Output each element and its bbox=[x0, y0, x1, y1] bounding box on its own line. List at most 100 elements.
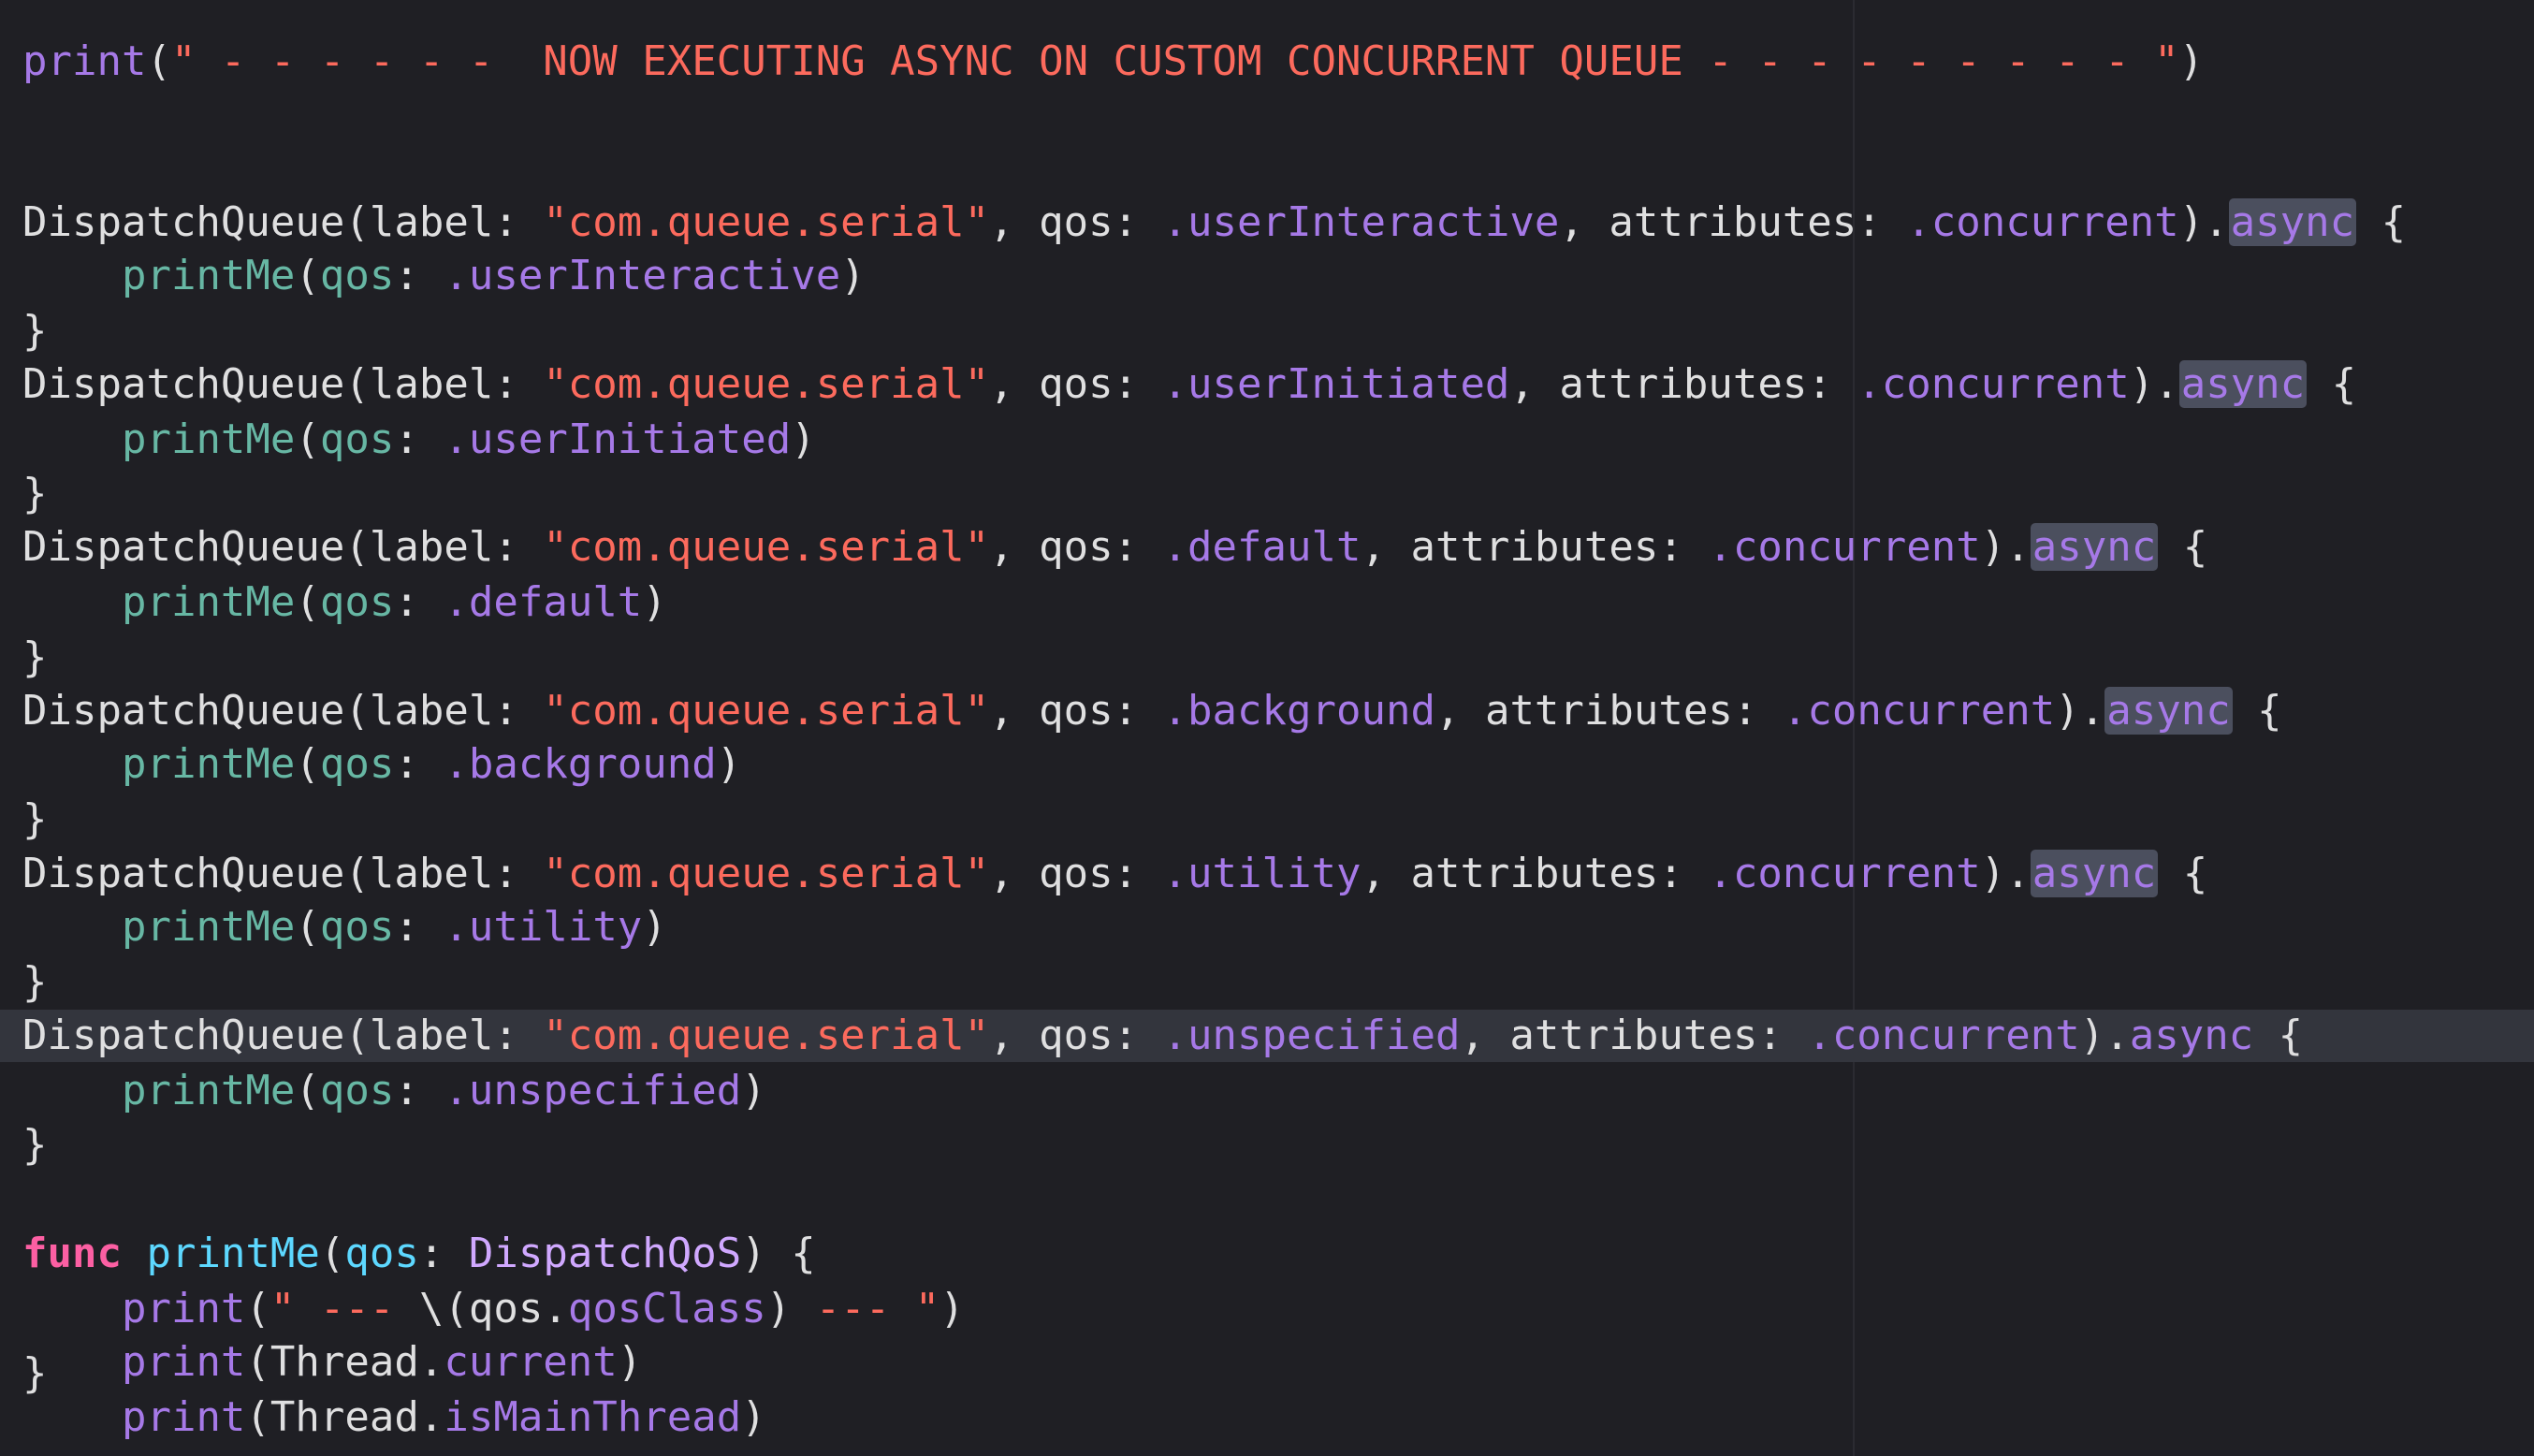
code-line[interactable]: } bbox=[22, 1119, 48, 1172]
code-token: DispatchQueue(label: bbox=[22, 523, 544, 572]
code-token: "com.queue.serial" bbox=[543, 1011, 990, 1059]
code-line[interactable]: printMe(qos: .default) bbox=[22, 576, 667, 629]
code-token: } bbox=[22, 470, 48, 518]
code-line[interactable]: DispatchQueue(label: "com.queue.serial",… bbox=[22, 1010, 2303, 1062]
code-token: .userInteractive bbox=[1162, 198, 1560, 247]
code-token: ( bbox=[295, 578, 320, 627]
code-line[interactable]: } bbox=[22, 468, 48, 520]
code-token: : bbox=[394, 1066, 444, 1114]
code-token: } bbox=[22, 1348, 48, 1397]
code-token: ( bbox=[295, 903, 320, 952]
code-token: , attributes: bbox=[1460, 1011, 1808, 1059]
code-token: ( bbox=[245, 1284, 270, 1332]
code-token: } bbox=[22, 1121, 48, 1170]
code-token: .utility bbox=[444, 903, 643, 952]
code-line[interactable]: printMe(qos: .background) bbox=[22, 738, 741, 791]
code-token: qos bbox=[319, 578, 395, 627]
code-token: ) bbox=[791, 415, 816, 463]
code-token: qos bbox=[319, 739, 395, 788]
code-editor[interactable]: print(" - - - - - - NOW EXECUTING ASYNC … bbox=[0, 0, 2534, 1456]
code-line[interactable]: } bbox=[22, 305, 48, 357]
code-token: , qos: bbox=[989, 360, 1163, 409]
code-token: ) bbox=[642, 903, 667, 952]
code-token: printMe bbox=[121, 1066, 296, 1114]
code-token: { bbox=[2158, 850, 2208, 898]
code-token: qos bbox=[319, 252, 395, 300]
code-token: .concurrent bbox=[1708, 523, 1981, 572]
code-token: "com.queue.serial" bbox=[543, 360, 990, 409]
code-token: ( bbox=[146, 36, 171, 85]
code-token: async bbox=[2129, 1011, 2254, 1059]
code-token: : bbox=[394, 739, 444, 788]
code-token: --- " bbox=[815, 1284, 940, 1332]
code-token: , attributes: bbox=[1434, 686, 1783, 735]
code-token: ) bbox=[716, 739, 742, 788]
code-token: , qos: bbox=[989, 198, 1163, 247]
code-line[interactable]: print(" --- \(qos.qosClass) --- ") bbox=[22, 1283, 965, 1335]
code-token: .concurrent bbox=[1708, 850, 1981, 898]
code-line[interactable]: printMe(qos: .userInteractive) bbox=[22, 250, 866, 302]
code-token: } bbox=[22, 794, 48, 843]
code-token: print bbox=[121, 1392, 246, 1441]
code-token: ). bbox=[2129, 360, 2179, 409]
code-token: .userInteractive bbox=[444, 252, 841, 300]
code-line[interactable]: func printMe(qos: DispatchQoS) { bbox=[22, 1228, 816, 1280]
code-token: .default bbox=[444, 578, 643, 627]
code-line[interactable]: printMe(qos: .utility) bbox=[22, 901, 667, 954]
code-line[interactable]: print(Thread.current) bbox=[22, 1336, 642, 1389]
code-line[interactable]: print(Thread.isMainThread) bbox=[22, 1391, 766, 1444]
code-line[interactable]: } bbox=[22, 632, 48, 684]
code-token: print bbox=[121, 1337, 246, 1386]
code-token: ( bbox=[295, 252, 320, 300]
code-line[interactable]: printMe(qos: .unspecified) bbox=[22, 1065, 766, 1117]
code-token: current bbox=[444, 1337, 618, 1386]
code-token: ) bbox=[765, 1284, 816, 1332]
code-token: .unspecified bbox=[444, 1066, 742, 1114]
code-token: .userInitiated bbox=[444, 415, 792, 463]
code-token: } bbox=[22, 957, 48, 1006]
code-token: , qos: bbox=[989, 523, 1163, 572]
code-token: .utility bbox=[1162, 850, 1362, 898]
code-token: DispatchQueue(label: bbox=[22, 360, 544, 409]
code-line[interactable]: } bbox=[22, 794, 48, 846]
code-token: ( bbox=[295, 1066, 320, 1114]
code-token: " - - - - - - NOW EXECUTING ASYNC ON CUS… bbox=[170, 36, 2179, 85]
code-token: : bbox=[394, 903, 444, 952]
code-line[interactable]: } bbox=[22, 956, 48, 1009]
code-token: { bbox=[2158, 523, 2208, 572]
code-line[interactable]: DispatchQueue(label: "com.queue.serial",… bbox=[22, 521, 2207, 574]
code-token: { bbox=[2307, 360, 2357, 409]
code-token: \(qos. bbox=[418, 1284, 568, 1332]
code-token: (Thread. bbox=[245, 1392, 444, 1441]
code-line[interactable]: printMe(qos: .userInitiated) bbox=[22, 414, 816, 466]
code-line[interactable]: DispatchQueue(label: "com.queue.serial",… bbox=[22, 848, 2207, 900]
code-token: , attributes: bbox=[1559, 198, 1907, 247]
code-line[interactable]: } bbox=[22, 1347, 48, 1400]
code-token: { bbox=[2253, 1011, 2304, 1059]
code-token: ). bbox=[1980, 850, 2031, 898]
code-token: isMainThread bbox=[444, 1392, 742, 1441]
code-token: .concurrent bbox=[1782, 686, 2056, 735]
code-token: qos bbox=[319, 1066, 395, 1114]
code-token: ). bbox=[1980, 523, 2031, 572]
code-token: printMe bbox=[121, 739, 296, 788]
code-token: qos bbox=[344, 1230, 419, 1278]
code-line[interactable]: DispatchQueue(label: "com.queue.serial",… bbox=[22, 358, 2356, 411]
code-token: ) bbox=[642, 578, 667, 627]
code-token: (Thread. bbox=[245, 1337, 444, 1386]
code-line[interactable]: DispatchQueue(label: "com.queue.serial",… bbox=[22, 685, 2282, 737]
code-token: : bbox=[418, 1230, 469, 1278]
code-token: .background bbox=[1162, 686, 1435, 735]
code-token: printMe bbox=[121, 252, 296, 300]
code-token: { bbox=[2232, 686, 2282, 735]
code-line[interactable]: print(" - - - - - - NOW EXECUTING ASYNC … bbox=[22, 36, 2204, 88]
code-line[interactable]: DispatchQueue(label: "com.queue.serial",… bbox=[22, 197, 2406, 249]
code-token: ). bbox=[2178, 198, 2229, 247]
